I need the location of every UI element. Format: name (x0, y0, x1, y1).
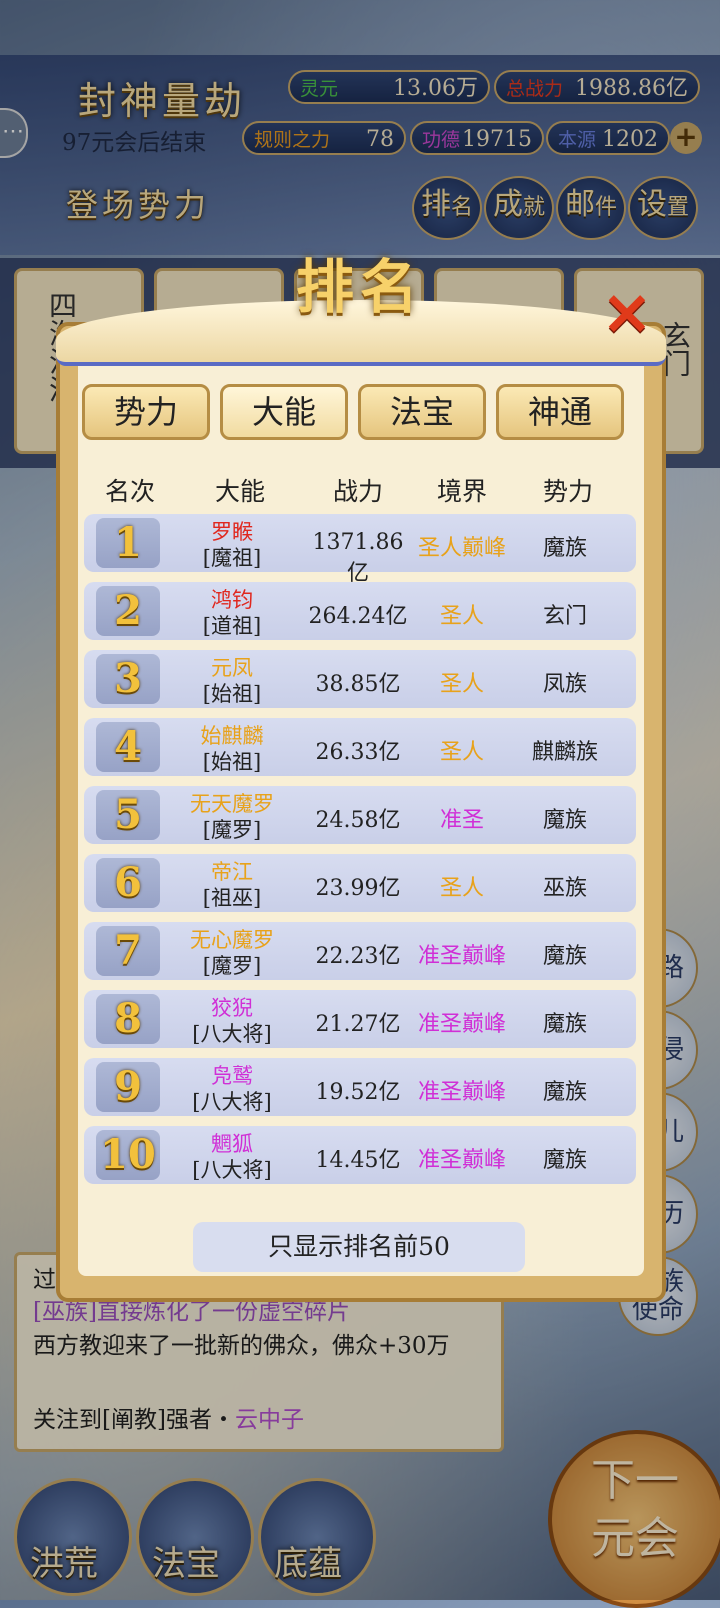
faction: 魔族 (542, 1012, 587, 1037)
table-row[interactable]: 10 魍狐 [八大将] 14.45亿 准圣巅峰 魔族 (84, 1126, 636, 1184)
faction: 魔族 (542, 808, 587, 833)
faction: 魔族 (542, 1148, 587, 1173)
great-power-title: [魔罗] (202, 818, 262, 842)
realm: 准圣 (439, 808, 484, 833)
combat-power: 24.58亿 (315, 808, 401, 833)
table-row[interactable]: 6 帝江 [祖巫] 23.99亿 圣人 巫族 (84, 854, 636, 912)
top50-note: 只显示排名前50 (193, 1222, 525, 1272)
realm: 准圣巅峰 (417, 944, 506, 969)
great-power-title: [始祖] (202, 682, 262, 706)
combat-power: 23.99亿 (315, 876, 401, 901)
rank-number: 3 (96, 654, 160, 704)
realm: 准圣巅峰 (417, 1080, 506, 1105)
table-row[interactable]: 3 元凤 [始祖] 38.85亿 圣人 凤族 (84, 650, 636, 708)
rank-number: 5 (96, 790, 160, 840)
faction: 麒麟族 (531, 740, 598, 765)
table-row[interactable]: 8 狡猊 [八大将] 21.27亿 准圣巅峰 魔族 (84, 990, 636, 1048)
combat-power: 38.85亿 (315, 672, 401, 697)
table-row[interactable]: 2 鸿钧 [道祖] 264.24亿 圣人 玄门 (84, 582, 636, 640)
combat-power: 1371.86亿 (312, 530, 404, 586)
close-icon[interactable]: × (596, 281, 658, 346)
realm: 圣人 (439, 740, 484, 765)
rank-number: 1 (96, 518, 160, 568)
rank-number: 7 (96, 926, 160, 976)
rank-number: 8 (96, 994, 160, 1044)
combat-power: 26.33亿 (315, 740, 401, 765)
realm: 圣人 (439, 876, 484, 901)
faction: 玄门 (542, 604, 587, 629)
rank-number: 2 (96, 586, 160, 636)
faction: 巫族 (542, 876, 587, 901)
tab-treasure[interactable]: 法宝 (358, 384, 486, 440)
realm: 圣人 (439, 672, 484, 697)
table-row[interactable]: 1 罗睺 [魔祖] 1371.86亿 圣人巅峰 魔族 (84, 514, 636, 586)
column-header-power: 战力 (332, 477, 383, 506)
combat-power: 19.52亿 (315, 1080, 401, 1105)
realm: 准圣巅峰 (417, 1148, 506, 1173)
great-power-title: [道祖] (202, 614, 262, 638)
table-row[interactable]: 9 凫鹫 [八大将] 19.52亿 准圣巅峰 魔族 (84, 1058, 636, 1116)
tab-divine-skill[interactable]: 神通 (496, 384, 624, 440)
combat-power: 22.23亿 (315, 944, 401, 969)
combat-power: 21.27亿 (315, 1012, 401, 1037)
table-row[interactable]: 7 无心魔罗 [魔罗] 22.23亿 准圣巅峰 魔族 (84, 922, 636, 980)
faction: 凤族 (542, 672, 587, 697)
great-power-title: [八大将] (192, 1090, 272, 1114)
great-power-title: [始祖] (202, 750, 262, 774)
rank-number: 9 (96, 1062, 160, 1112)
rank-number: 6 (96, 858, 160, 908)
great-power-title: [魔祖] (202, 546, 262, 570)
realm: 准圣巅峰 (417, 1012, 506, 1037)
realm: 圣人 (439, 604, 484, 629)
column-header-faction: 势力 (542, 477, 593, 506)
combat-power: 14.45亿 (315, 1148, 401, 1173)
tab-great-power[interactable]: 大能 (220, 384, 348, 440)
table-row[interactable]: 5 无天魔罗 [魔罗] 24.58亿 准圣 魔族 (84, 786, 636, 844)
great-power-title: [八大将] (192, 1022, 272, 1046)
great-power-title: [八大将] (192, 1158, 272, 1182)
rank-number: 10 (96, 1130, 160, 1180)
column-header-rank: 名次 (104, 477, 155, 506)
table-row[interactable]: 4 始麒麟 [始祖] 26.33亿 圣人 麒麟族 (84, 718, 636, 776)
faction: 魔族 (542, 1080, 587, 1105)
realm: 圣人巅峰 (417, 536, 506, 561)
great-power-title: [祖巫] (202, 886, 262, 910)
faction: 魔族 (542, 944, 587, 969)
faction: 魔族 (542, 536, 587, 561)
combat-power: 264.24亿 (308, 604, 408, 629)
column-header-realm: 境界 (436, 477, 487, 506)
rank-number: 4 (96, 722, 160, 772)
tab-faction[interactable]: 势力 (82, 384, 210, 440)
column-header-name: 大能 (214, 477, 265, 506)
great-power-title: [魔罗] (202, 954, 262, 978)
